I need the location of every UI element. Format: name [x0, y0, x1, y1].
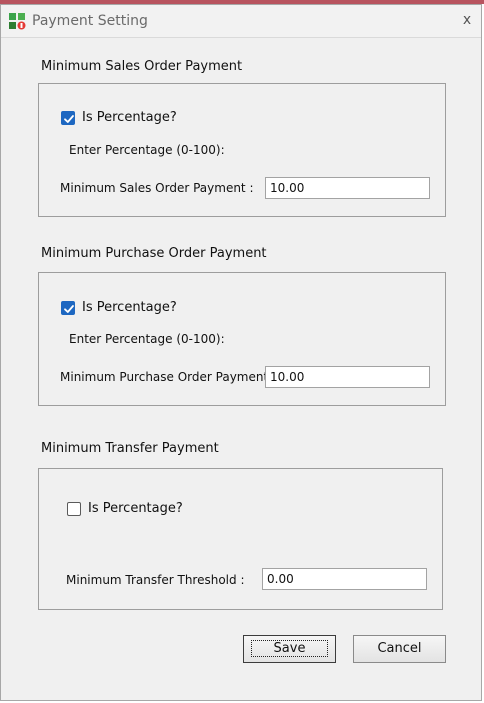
transfer-threshold-input[interactable]: 0.00 — [262, 568, 427, 590]
check-icon — [64, 305, 74, 313]
sales-section-title: Minimum Sales Order Payment — [41, 59, 243, 74]
purchase-min-payment-input[interactable]: 10.00 — [265, 366, 430, 388]
purchase-section-title: Minimum Purchase Order Payment — [41, 246, 267, 261]
sales-is-percentage-checkbox[interactable] — [61, 111, 75, 125]
save-button[interactable]: Save — [243, 635, 336, 663]
dialog-title: Payment Setting — [32, 13, 148, 29]
transfer-is-percentage-checkbox[interactable] — [67, 502, 81, 516]
transfer-is-percentage-label[interactable]: Is Percentage? — [88, 501, 183, 516]
payment-setting-dialog: Payment Setting x Minimum Sales Order Pa… — [0, 4, 482, 701]
transfer-section-title: Minimum Transfer Payment — [41, 441, 219, 456]
sales-groupbox: Is Percentage? Enter Percentage (0-100):… — [38, 83, 446, 217]
sales-is-percentage-label[interactable]: Is Percentage? — [82, 110, 177, 125]
sales-min-payment-label: Minimum Sales Order Payment : — [60, 181, 254, 195]
cancel-button-label: Cancel — [377, 641, 422, 656]
title-bar[interactable]: Payment Setting x — [1, 5, 481, 38]
purchase-is-percentage-label[interactable]: Is Percentage? — [82, 300, 177, 315]
sales-percentage-hint: Enter Percentage (0-100): — [69, 143, 225, 157]
transfer-groupbox: Is Percentage? Minimum Transfer Threshol… — [38, 468, 443, 610]
purchase-is-percentage-checkbox[interactable] — [61, 301, 75, 315]
cancel-button[interactable]: Cancel — [353, 635, 446, 663]
close-icon[interactable]: x — [459, 12, 475, 28]
transfer-threshold-label: Minimum Transfer Threshold : — [66, 573, 245, 587]
dialog-content: Minimum Sales Order Payment Is Percentag… — [1, 38, 481, 700]
check-icon — [64, 115, 74, 123]
purchase-min-payment-label: Minimum Purchase Order Payment : — [60, 370, 277, 384]
purchase-groupbox: Is Percentage? Enter Percentage (0-100):… — [38, 272, 446, 406]
app-icon — [8, 12, 26, 30]
save-button-label: Save — [250, 640, 329, 657]
sales-min-payment-input[interactable]: 10.00 — [265, 177, 430, 199]
purchase-percentage-hint: Enter Percentage (0-100): — [69, 332, 225, 346]
